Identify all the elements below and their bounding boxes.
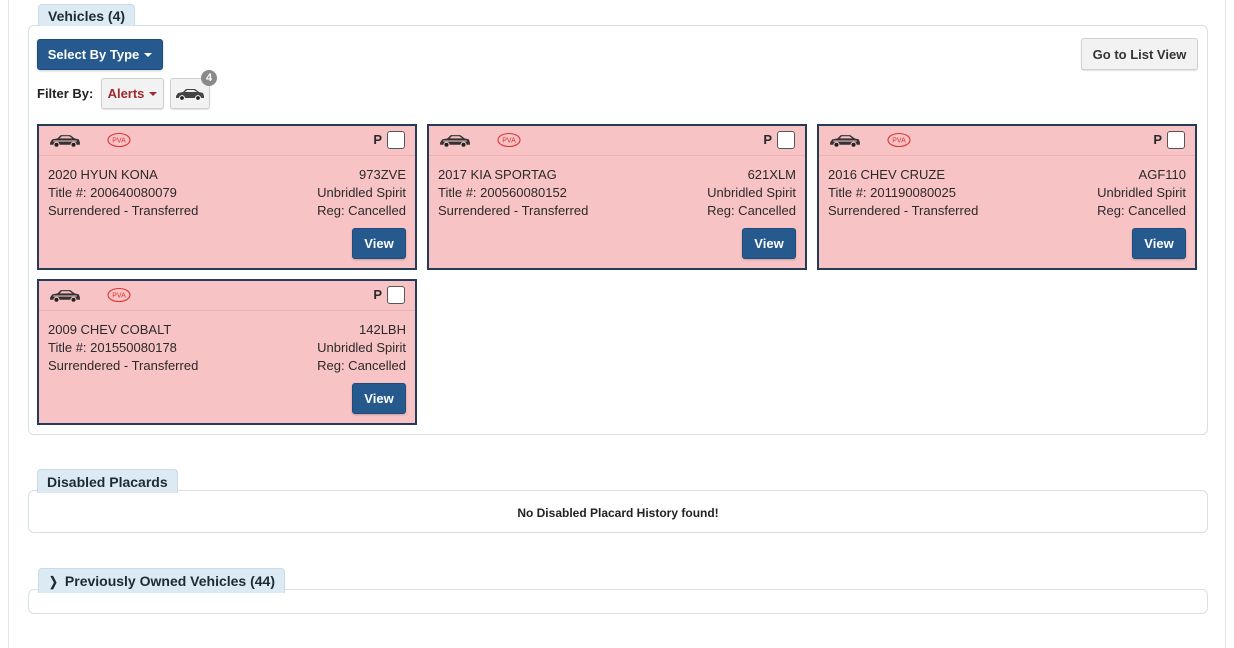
car-icon bbox=[50, 135, 80, 148]
vehicle-plate: AGF110 bbox=[1138, 167, 1186, 182]
vehicle-row-1: 2009 CHEV COBALT 142LBH bbox=[48, 321, 406, 339]
vehicles-tab[interactable]: Vehicles (4) bbox=[38, 4, 136, 26]
vehicle-title-number: Title #: 201550080178 bbox=[48, 340, 177, 355]
select-by-type-label: Select By Type bbox=[47, 47, 140, 62]
vehicle-row-3: Surrendered - Transferred Reg: Cancelled bbox=[438, 202, 796, 220]
vehicle-card: PVA P 2017 KIA SPORTAG 621XLM Title #: 2… bbox=[427, 124, 807, 270]
vehicle-row-2: Title #: 200560080152 Unbridled Spirit bbox=[438, 184, 796, 202]
vehicle-card-header: PVA P bbox=[39, 126, 415, 156]
vehicle-row-2: Title #: 201550080178 Unbridled Spirit bbox=[48, 339, 406, 357]
p-checkbox[interactable] bbox=[1167, 131, 1185, 149]
car-icon bbox=[830, 135, 860, 148]
pva-alert-icon: PVA bbox=[107, 132, 131, 148]
chevron-right-icon: ❯ bbox=[49, 574, 58, 589]
car-filter-button[interactable]: 4 bbox=[170, 70, 217, 109]
vehicle-plate-type: Unbridled Spirit bbox=[317, 340, 406, 355]
caret-down-icon bbox=[144, 52, 153, 57]
disabled-placards-tab-label: Disabled Placards bbox=[47, 474, 168, 490]
vehicle-registration: Reg: Cancelled bbox=[317, 203, 406, 218]
vehicle-row-1: 2017 KIA SPORTAG 621XLM bbox=[438, 166, 796, 184]
view-button[interactable]: View bbox=[742, 228, 796, 259]
p-label: P bbox=[1153, 132, 1162, 147]
p-checkbox[interactable] bbox=[387, 286, 405, 304]
vehicle-title-number: Title #: 200560080152 bbox=[438, 185, 567, 200]
view-button[interactable]: View bbox=[352, 383, 406, 414]
vehicle-name: 2017 KIA SPORTAG bbox=[438, 167, 557, 182]
vehicle-plate-type: Unbridled Spirit bbox=[1097, 185, 1186, 200]
vehicle-plate: 142LBH bbox=[359, 322, 406, 337]
filter-by-label: Filter By: bbox=[37, 86, 94, 101]
vehicle-title-number: Title #: 201190080025 bbox=[828, 185, 956, 200]
vehicle-row-3: Surrendered - Transferred Reg: Cancelled bbox=[48, 202, 406, 220]
vehicle-plate-type: Unbridled Spirit bbox=[707, 185, 796, 200]
vehicle-status: Surrendered - Transferred bbox=[48, 358, 199, 373]
vehicle-name: 2009 CHEV COBALT bbox=[48, 322, 172, 337]
go-to-list-view-label: Go to List View bbox=[1092, 46, 1187, 62]
vehicle-card-header: PVA P bbox=[39, 281, 415, 311]
vehicle-registration: Reg: Cancelled bbox=[707, 203, 796, 218]
vehicle-card-header: PVA P bbox=[429, 126, 805, 156]
car-icon bbox=[50, 290, 80, 303]
vehicle-row-1: 2016 CHEV CRUZE AGF110 bbox=[828, 166, 1186, 184]
vehicle-status: Surrendered - Transferred bbox=[438, 203, 589, 218]
no-placards-message: No Disabled Placard History found! bbox=[517, 506, 719, 520]
p-checkbox[interactable] bbox=[387, 131, 405, 149]
vehicle-plate: 973ZVE bbox=[359, 167, 406, 182]
pva-alert-icon: PVA bbox=[107, 287, 131, 303]
select-by-type-button[interactable]: Select By Type bbox=[37, 39, 163, 70]
vehicle-plate-type: Unbridled Spirit bbox=[317, 185, 406, 200]
previously-owned-vehicles-label: Previously Owned Vehicles (44) bbox=[64, 573, 275, 589]
vehicle-card: PVA P 2016 CHEV CRUZE AGF110 Title #: 20… bbox=[817, 124, 1197, 270]
pva-text: PVA bbox=[112, 138, 126, 145]
vehicle-plate: 621XLM bbox=[747, 167, 796, 182]
pva-alert-icon: PVA bbox=[497, 132, 521, 148]
vehicle-registration: Reg: Cancelled bbox=[317, 358, 406, 373]
pva-text: PVA bbox=[112, 293, 126, 300]
vehicle-card: PVA P 2009 CHEV COBALT 142LBH Title #: 2… bbox=[37, 279, 417, 425]
pva-text: PVA bbox=[892, 138, 906, 145]
disabled-placards-panel: No Disabled Placard History found! bbox=[28, 490, 1208, 533]
pva-alert-icon: PVA bbox=[887, 132, 911, 148]
view-button[interactable]: View bbox=[1132, 228, 1186, 259]
vehicle-row-3: Surrendered - Transferred Reg: Cancelled bbox=[48, 357, 406, 375]
vehicle-name: 2016 CHEV CRUZE bbox=[828, 167, 946, 182]
vehicle-row-2: Title #: 201190080025 Unbridled Spirit bbox=[828, 184, 1186, 202]
vehicle-title-number: Title #: 200640080079 bbox=[48, 185, 177, 200]
caret-down-icon bbox=[149, 91, 158, 96]
vehicle-status: Surrendered - Transferred bbox=[48, 203, 199, 218]
vehicle-card-header: PVA P bbox=[819, 126, 1195, 156]
previously-owned-vehicles-tab[interactable]: ❯ Previously Owned Vehicles (44) bbox=[38, 568, 285, 593]
vehicle-status: Surrendered - Transferred bbox=[828, 203, 979, 218]
car-filter-count-badge: 4 bbox=[201, 70, 217, 86]
p-label: P bbox=[373, 132, 382, 147]
p-label: P bbox=[763, 132, 772, 147]
vehicle-name: 2020 HYUN KONA bbox=[48, 167, 158, 182]
vehicle-card: PVA P 2020 HYUN KONA 973ZVE Title #: 200… bbox=[37, 124, 417, 270]
go-to-list-view-button[interactable]: Go to List View bbox=[1081, 38, 1198, 70]
vehicle-registration: Reg: Cancelled bbox=[1097, 203, 1186, 218]
car-icon bbox=[176, 88, 204, 101]
car-icon bbox=[440, 135, 470, 148]
vehicle-row-2: Title #: 200640080079 Unbridled Spirit bbox=[48, 184, 406, 202]
vehicle-row-1: 2020 HYUN KONA 973ZVE bbox=[48, 166, 406, 184]
p-label: P bbox=[373, 287, 382, 302]
disabled-placards-tab[interactable]: Disabled Placards bbox=[37, 469, 178, 493]
p-checkbox[interactable] bbox=[777, 131, 795, 149]
view-button[interactable]: View bbox=[352, 228, 406, 259]
pva-text: PVA bbox=[502, 138, 516, 145]
alerts-filter-label: Alerts bbox=[107, 86, 145, 101]
alerts-filter-button[interactable]: Alerts bbox=[101, 78, 164, 109]
vehicle-row-3: Surrendered - Transferred Reg: Cancelled bbox=[828, 202, 1186, 220]
vehicles-tab-label: Vehicles (4) bbox=[48, 8, 126, 24]
